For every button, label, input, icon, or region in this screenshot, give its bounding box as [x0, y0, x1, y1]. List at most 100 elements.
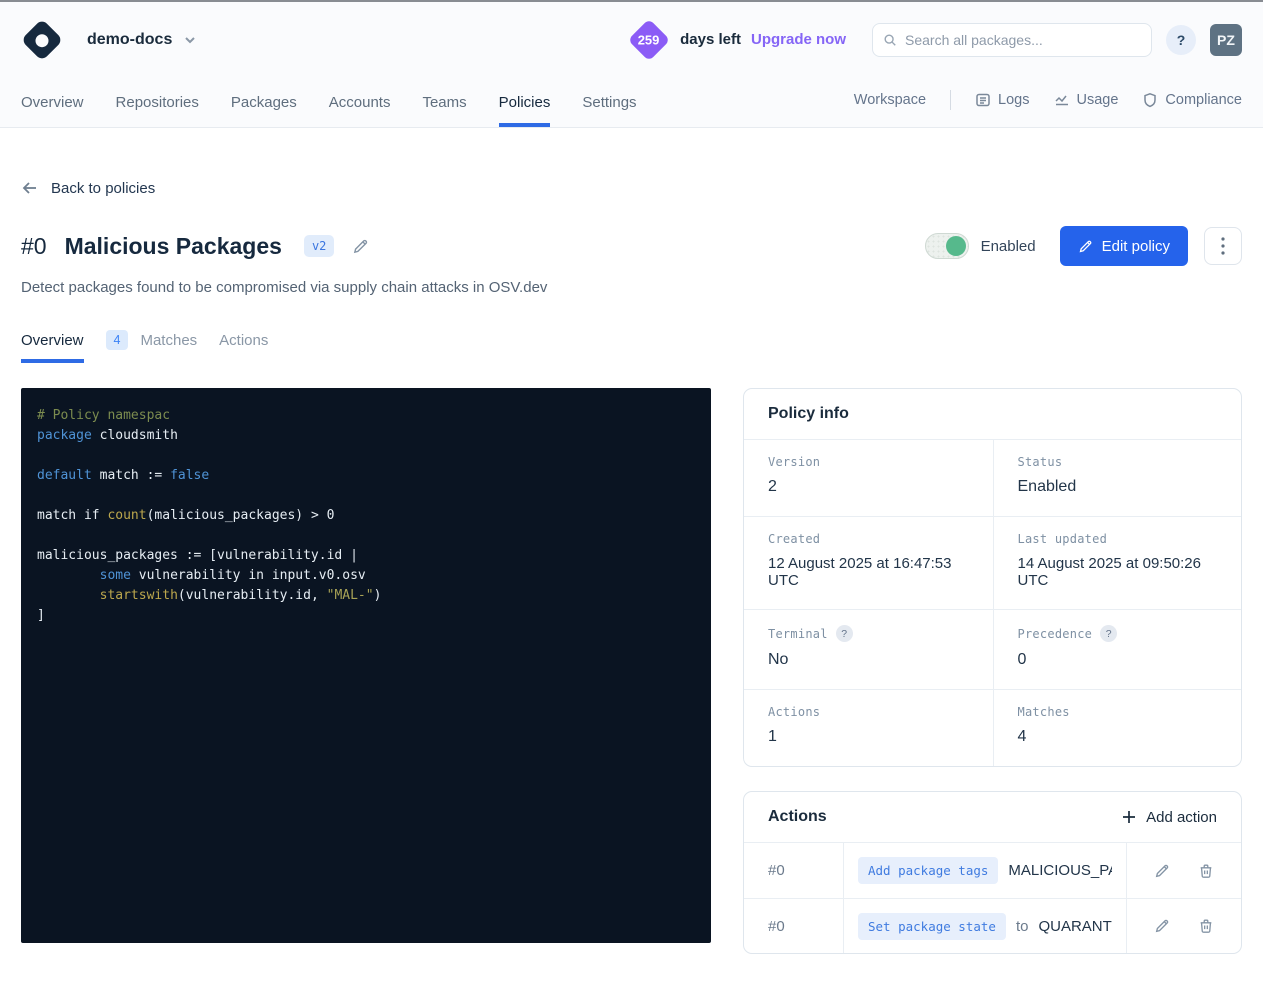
- info-field-matches: Matches4: [993, 689, 1242, 766]
- enabled-label: Enabled: [981, 238, 1036, 255]
- secondary-nav-workspace[interactable]: Workspace: [854, 92, 926, 108]
- code-line: [37, 446, 695, 466]
- trial-days-count: 259: [638, 32, 660, 47]
- more-options-button[interactable]: [1204, 227, 1242, 265]
- info-field-label: Precedence: [1018, 627, 1093, 641]
- info-field-label: Actions: [768, 705, 820, 719]
- compliance-icon: [1142, 92, 1158, 108]
- version-badge: v2: [304, 235, 334, 257]
- edit-action-button[interactable]: [1152, 861, 1172, 881]
- search-box[interactable]: [872, 23, 1152, 57]
- pencil-icon: [1154, 918, 1170, 934]
- nav-item-accounts[interactable]: Accounts: [329, 77, 391, 127]
- edit-policy-button[interactable]: Edit policy: [1060, 226, 1188, 266]
- code-line: some vulnerability in input.v0.osv: [37, 566, 695, 586]
- trash-icon: [1198, 863, 1214, 879]
- search-icon: [883, 33, 897, 47]
- page-title: Malicious Packages: [65, 233, 282, 260]
- info-field-value: Enabled: [1018, 478, 1218, 496]
- tab-label: Actions: [219, 332, 268, 349]
- nav-item-repositories[interactable]: Repositories: [116, 77, 199, 127]
- action-prefix: to: [1016, 918, 1029, 935]
- upgrade-link[interactable]: Upgrade now: [751, 31, 846, 48]
- nav-divider: [950, 90, 951, 110]
- action-type-badge: Set package state: [858, 913, 1006, 940]
- edit-action-button[interactable]: [1152, 916, 1172, 936]
- chevron-down-icon: [184, 34, 196, 46]
- action-value: QUARANTINED: [1038, 918, 1112, 935]
- code-line: ]: [37, 606, 695, 626]
- help-icon[interactable]: ?: [836, 625, 853, 642]
- info-field-label: Status: [1018, 455, 1063, 469]
- info-field-actions: Actions1: [744, 689, 993, 766]
- policy-code-editor[interactable]: # Policy namespacpackage cloudsmith defa…: [21, 388, 711, 943]
- code-line: malicious_packages := [vulnerability.id …: [37, 546, 695, 566]
- info-field-version: Version2: [744, 440, 993, 516]
- secondary-nav-compliance[interactable]: Compliance: [1142, 92, 1242, 108]
- info-field-value: 14 August 2025 at 09:50:26 UTC: [1018, 555, 1218, 589]
- logo-hole: [33, 30, 51, 48]
- cloudsmith-logo: [21, 18, 63, 60]
- info-field-precedence: Precedence?0: [993, 609, 1242, 689]
- info-field-terminal: Terminal? No: [744, 609, 993, 689]
- pencil-icon: [352, 238, 369, 255]
- avatar[interactable]: PZ: [1210, 24, 1242, 56]
- trial-banner: 259 days left Upgrade now: [628, 25, 846, 55]
- nav-item-overview[interactable]: Overview: [21, 77, 84, 127]
- page: demo-docs 259 days left Upgrade now ? PZ: [0, 0, 1263, 1000]
- policy-info-grid: Version2 Status Enabled Created 12 August 20…: [744, 440, 1241, 766]
- code-line: [37, 526, 695, 546]
- tab-actions[interactable]: Actions: [219, 332, 268, 363]
- secondary-nav-label: Logs: [998, 92, 1029, 108]
- kebab-icon: [1221, 237, 1225, 255]
- delete-action-button[interactable]: [1196, 916, 1216, 936]
- info-field-status: Status Enabled: [993, 440, 1242, 516]
- action-type-badge: Add package tags: [858, 857, 998, 884]
- actions-panel: Actions Add action #0 Add package tags MAL…: [743, 791, 1242, 954]
- main-content: Back to policies #0 Malicious Packages v…: [0, 179, 1263, 1000]
- nav-item-policies[interactable]: Policies: [499, 77, 551, 127]
- secondary-nav: Workspace Logs Usage Compliance: [854, 77, 1242, 127]
- logs-icon: [975, 92, 991, 108]
- secondary-nav-usage[interactable]: Usage: [1054, 92, 1119, 108]
- action-row: #0 Add package tags MALICIOUS_PACKAGE: [744, 843, 1241, 898]
- usage-icon: [1054, 92, 1070, 108]
- actions-list: #0 Add package tags MALICIOUS_PACKAGE#0 Set…: [744, 843, 1241, 953]
- nav-item-packages[interactable]: Packages: [231, 77, 297, 127]
- help-icon[interactable]: ?: [1100, 625, 1117, 642]
- tab-label: Overview: [21, 332, 84, 349]
- info-field-label: Version: [768, 455, 820, 469]
- tab-matches[interactable]: 4Matches: [106, 330, 198, 364]
- app-header: demo-docs 259 days left Upgrade now ? PZ: [0, 2, 1263, 128]
- action-value: MALICIOUS_PACKAGE: [1008, 862, 1112, 879]
- workspace-switcher[interactable]: demo-docs: [87, 31, 196, 49]
- nav-item-teams[interactable]: Teams: [422, 77, 466, 127]
- policy-info-panel: Policy info Version2StatusEnabledCreated…: [743, 388, 1242, 767]
- code-line: package cloudsmith: [37, 426, 695, 446]
- actions-panel-title: Actions: [768, 808, 827, 826]
- back-to-policies-link[interactable]: Back to policies: [21, 179, 155, 197]
- nav-item-settings[interactable]: Settings: [582, 77, 636, 127]
- secondary-nav-label: Usage: [1077, 92, 1119, 108]
- code-line: # Policy namespac: [37, 406, 695, 426]
- code-line: startswith(vulnerability.id, "MAL-"): [37, 586, 695, 606]
- search-input[interactable]: [905, 32, 1141, 48]
- info-field-label: Terminal: [768, 627, 828, 641]
- action-index: #0: [744, 843, 844, 898]
- info-field-value: 12 August 2025 at 16:47:53 UTC: [768, 555, 969, 589]
- secondary-nav-logs[interactable]: Logs: [975, 92, 1029, 108]
- delete-action-button[interactable]: [1196, 861, 1216, 881]
- edit-title-button[interactable]: [350, 236, 371, 257]
- info-field-value: No: [768, 651, 969, 669]
- tab-overview[interactable]: Overview: [21, 332, 84, 363]
- policy-tabs: Overview 4Matches Actions: [21, 330, 1242, 364]
- code-line: [37, 486, 695, 506]
- pencil-icon: [1078, 239, 1093, 254]
- add-action-button[interactable]: Add action: [1121, 809, 1217, 826]
- enabled-toggle[interactable]: [925, 233, 969, 259]
- info-field-label: Created: [768, 532, 820, 546]
- policy-description: Detect packages found to be compromised …: [21, 279, 1242, 296]
- code-line: default match := false: [37, 466, 695, 486]
- back-label: Back to policies: [51, 180, 155, 197]
- help-button[interactable]: ?: [1166, 25, 1196, 55]
